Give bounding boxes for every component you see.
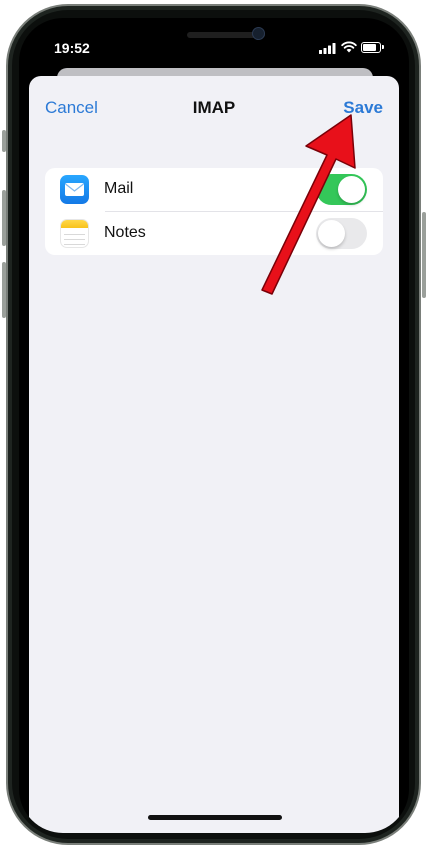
volume-up-button bbox=[2, 190, 6, 246]
notes-toggle[interactable] bbox=[316, 218, 367, 249]
settings-list: Mail Notes bbox=[45, 168, 383, 255]
toggle-knob bbox=[338, 176, 365, 203]
notes-icon bbox=[60, 219, 89, 248]
status-time: 19:52 bbox=[54, 40, 90, 56]
imap-sheet: IMAP Cancel Save Mail Notes bbox=[29, 76, 399, 833]
wifi-icon bbox=[341, 41, 357, 53]
mail-toggle[interactable] bbox=[316, 174, 367, 205]
toggle-knob bbox=[318, 220, 345, 247]
cancel-button[interactable]: Cancel bbox=[45, 98, 98, 118]
status-bar: 19:52 bbox=[19, 18, 409, 74]
volume-down-button bbox=[2, 262, 6, 318]
mail-label: Mail bbox=[104, 180, 134, 197]
battery-tip bbox=[382, 45, 384, 49]
mute-switch bbox=[2, 130, 6, 152]
mail-icon bbox=[60, 175, 89, 204]
list-item-notes: Notes bbox=[45, 212, 383, 255]
notes-label: Notes bbox=[104, 224, 146, 241]
front-camera bbox=[252, 27, 265, 40]
screen: 19:52 IMAP Cancel Save Mail Notes bbox=[19, 18, 409, 833]
power-button bbox=[422, 212, 426, 298]
navigation-bar: IMAP Cancel Save bbox=[29, 76, 399, 126]
battery-icon bbox=[361, 42, 381, 53]
list-item-mail: Mail bbox=[45, 168, 383, 211]
home-indicator[interactable] bbox=[148, 815, 282, 820]
save-button[interactable]: Save bbox=[343, 98, 383, 118]
cellular-signal-icon bbox=[319, 43, 336, 54]
